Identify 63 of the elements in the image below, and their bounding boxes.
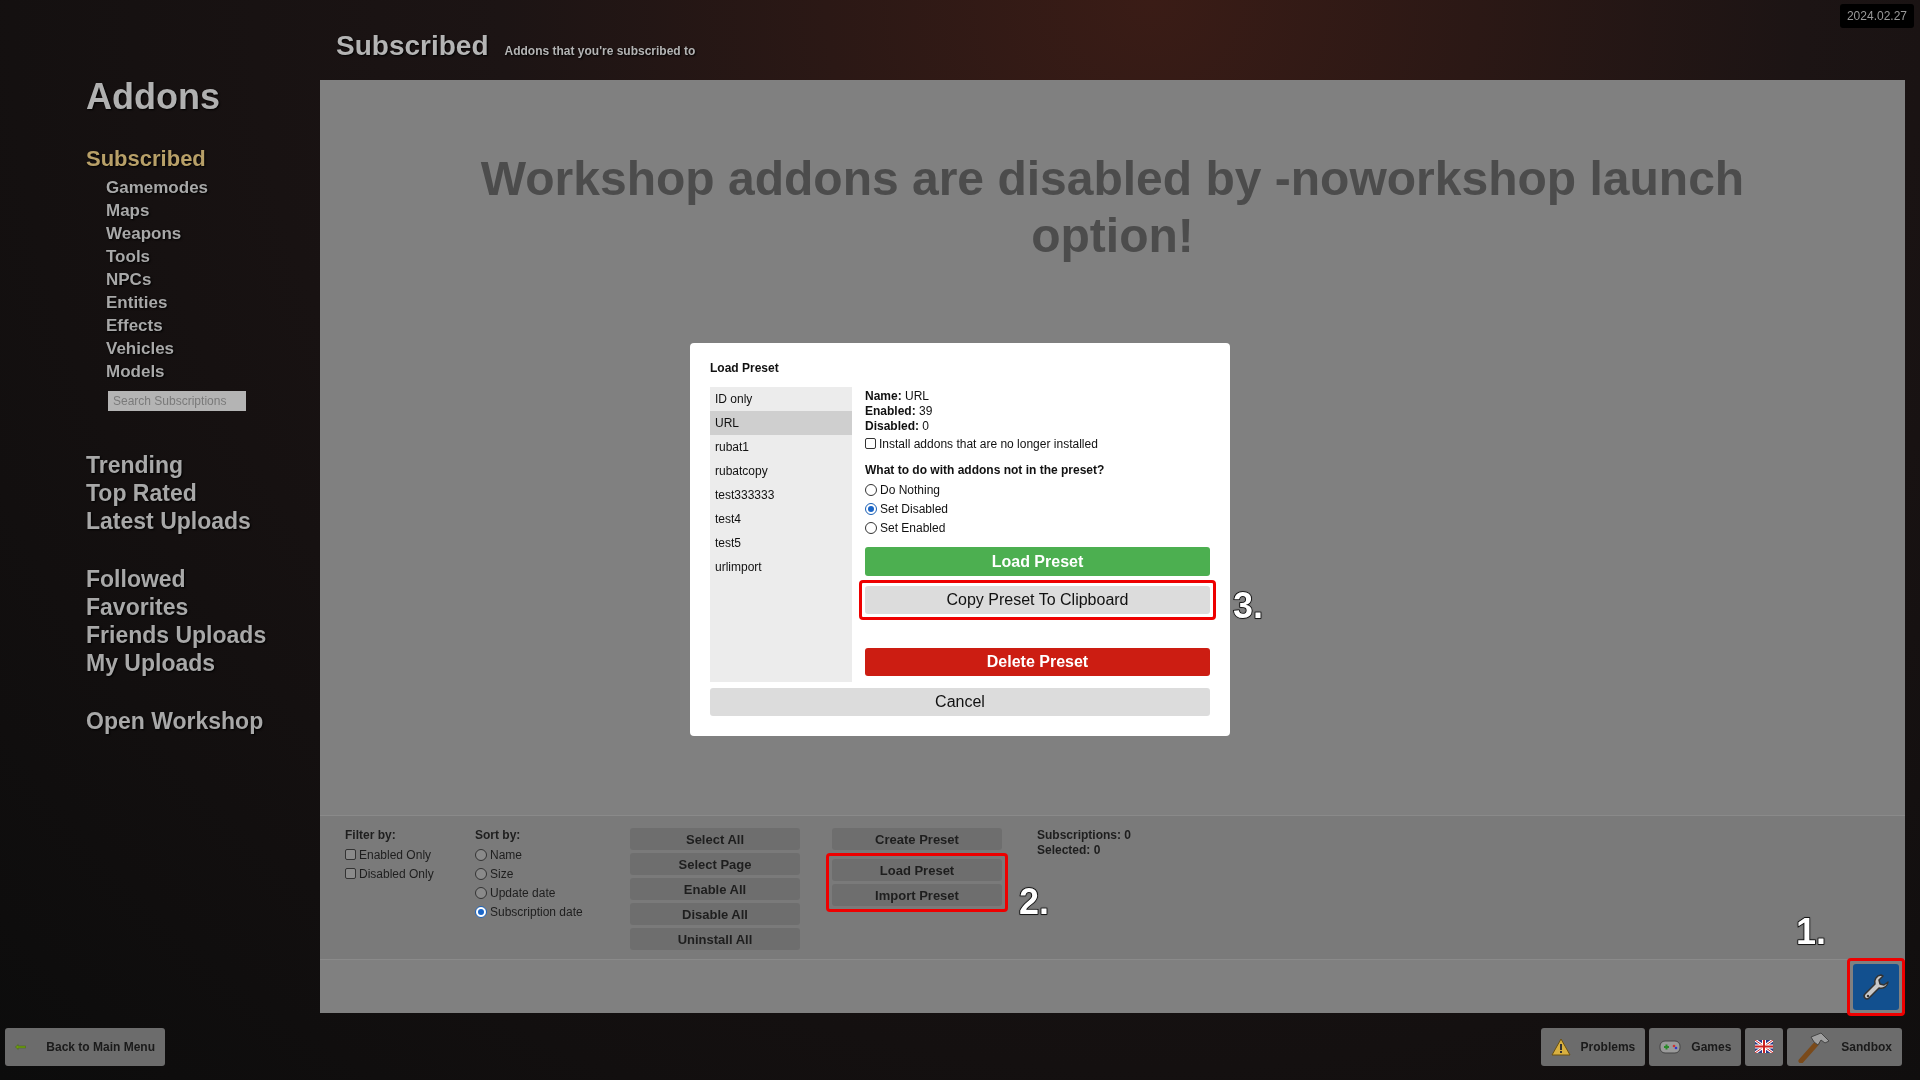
page-subtitle: Addons that you're subscribed to xyxy=(504,44,696,58)
sidebar-item[interactable]: Open Workshop xyxy=(86,707,264,735)
page-title: Subscribed xyxy=(336,30,489,62)
preset-item[interactable]: URL xyxy=(710,411,852,435)
preset-detail: Name: URL xyxy=(865,389,931,404)
stat-text: Subscriptions: 0 xyxy=(1037,828,1132,843)
search-field[interactable]: Search Subscriptions xyxy=(108,391,246,411)
category-item[interactable]: Vehicles xyxy=(106,337,175,360)
cancel-button[interactable]: Cancel xyxy=(710,688,1210,716)
step-number: 3. xyxy=(1233,585,1264,627)
warning-icon xyxy=(1550,1037,1571,1056)
sidebar-item[interactable]: Latest Uploads xyxy=(86,507,251,535)
preset-item[interactable]: test333333 xyxy=(710,483,852,507)
sidebar-item[interactable]: Trending xyxy=(86,451,184,479)
sort-radio[interactable]: Size xyxy=(475,864,630,883)
category-item[interactable]: NPCs xyxy=(106,268,152,291)
category-item[interactable]: Models xyxy=(106,360,165,383)
option-radio[interactable]: Set Enabled xyxy=(865,518,1216,537)
category-item[interactable]: Effects xyxy=(106,314,163,337)
gamepad-icon xyxy=(1659,1039,1682,1054)
filter-label: Filter by: xyxy=(345,828,397,842)
wrench-icon xyxy=(1861,971,1891,1002)
sort-radio[interactable]: Update date xyxy=(475,883,630,902)
sidebar-item[interactable]: Friends Uploads xyxy=(86,621,267,649)
sidebar-item[interactable]: Favorites xyxy=(86,593,189,621)
sort-radio[interactable]: Subscription date xyxy=(475,902,630,921)
sort-label: Sort by: xyxy=(475,828,522,842)
dialog-title: Load Preset xyxy=(710,361,780,375)
question-label: What to do with addons not in the preset? xyxy=(865,463,1106,477)
option-radio[interactable]: Set Disabled xyxy=(865,499,1216,518)
category-item[interactable]: Tools xyxy=(106,245,151,268)
sidebar-item[interactable]: Subscribed xyxy=(86,146,206,172)
step-number: 2. xyxy=(1019,881,1050,923)
sidebar-item[interactable]: My Uploads xyxy=(86,649,216,677)
category-item[interactable]: Gamemodes xyxy=(106,176,209,199)
copy-preset-button[interactable]: Copy Preset To Clipboard xyxy=(865,586,1210,614)
sort-radio[interactable]: Name xyxy=(475,845,630,864)
step-number: 1. xyxy=(1795,910,1826,953)
preset-item[interactable]: rubatcopy xyxy=(710,459,852,483)
category-item[interactable]: Maps xyxy=(106,199,150,222)
tools-button[interactable] xyxy=(1853,963,1899,1010)
delete-preset-button[interactable]: Delete Preset xyxy=(865,648,1210,676)
flag-icon xyxy=(1755,1040,1774,1053)
filter-checkbox[interactable]: Disabled Only xyxy=(345,864,475,883)
date-label: 2024.02.27 xyxy=(1839,4,1914,28)
sidebar-item[interactable]: Followed xyxy=(86,565,186,593)
sidebar-title: Addons xyxy=(86,76,221,118)
category-item[interactable]: Entities xyxy=(106,291,168,314)
sidebar-item[interactable]: Top Rated xyxy=(86,479,197,507)
install-checkbox[interactable]: Install addons that are no longer installed xyxy=(865,434,1216,453)
language-button[interactable] xyxy=(1745,1027,1784,1066)
preset-item[interactable]: test4 xyxy=(710,507,852,531)
preset-detail: Enabled: 39 xyxy=(865,404,934,419)
preset-detail: Disabled: 0 xyxy=(865,419,931,434)
hammer-icon xyxy=(1797,1030,1832,1063)
preset-item[interactable]: ID only xyxy=(710,387,852,411)
preset-item[interactable]: test5 xyxy=(710,531,852,555)
category-item[interactable]: Weapons xyxy=(106,222,182,245)
preset-item[interactable]: rubat1 xyxy=(710,435,852,459)
option-radio[interactable]: Do Nothing xyxy=(865,480,1216,499)
filter-checkbox[interactable]: Enabled Only xyxy=(345,845,475,864)
stat-text: Selected: 0 xyxy=(1037,843,1102,858)
preset-item[interactable]: urlimport xyxy=(710,555,852,579)
